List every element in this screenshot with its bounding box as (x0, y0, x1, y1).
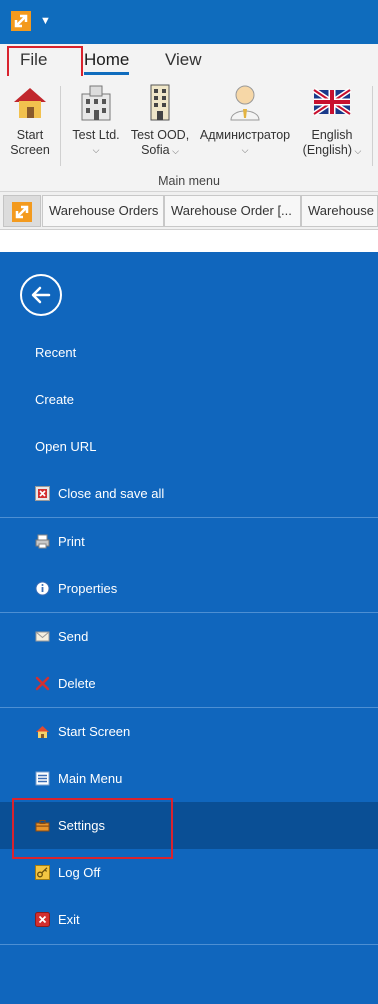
menu-item-label: Delete (58, 676, 96, 691)
test-ltd-label: Test Ltd. (72, 128, 120, 142)
app-logo-icon (12, 202, 32, 222)
file-backstage-menu: Recent Create Open URL Close and save al… (0, 252, 378, 1004)
chevron-down-icon: ⌵ (92, 145, 100, 155)
house-icon (14, 88, 46, 118)
exit-icon (35, 912, 50, 927)
document-tab-bar: Warehouse Orders Warehouse Order [... Wa… (0, 192, 378, 230)
menu-divider (0, 944, 378, 945)
chevron-down-icon: ⌵ (352, 146, 362, 156)
menu-item-start-screen[interactable]: Start Screen (0, 708, 378, 755)
menu-item-label: Create (35, 392, 75, 407)
test-ood-label-2: Sofia (141, 143, 170, 157)
user-avatar-icon (230, 85, 260, 121)
menu-item-print[interactable]: Print (0, 518, 378, 565)
quick-access-dropdown-icon[interactable]: ▼ (40, 14, 51, 28)
menu-item-label: Start Screen (58, 724, 131, 739)
menu-item-label: Recent (35, 345, 77, 360)
menu-item-delete[interactable]: Delete (0, 660, 378, 707)
start-screen-button[interactable]: Start Screen (6, 82, 54, 158)
ribbon-group-label: Main menu (158, 174, 220, 188)
menu-item-properties[interactable]: Properties (0, 565, 378, 612)
administrator-label: Администратор (199, 128, 291, 142)
list-icon (35, 771, 50, 786)
tab-view[interactable]: View (165, 50, 202, 70)
english-label-1: English (311, 128, 353, 142)
document-tab-warehouse-o[interactable]: Warehouse O (301, 195, 378, 227)
printer-icon (35, 534, 50, 549)
start-screen-label-1: Start (16, 128, 44, 142)
user-administrator-button[interactable]: Администратор ⌵ (198, 82, 292, 158)
chevron-down-icon: ⌵ (169, 146, 179, 156)
menu-item-create[interactable]: Create (0, 376, 378, 423)
app-logo-icon[interactable] (10, 10, 32, 32)
document-tab-warehouse-order[interactable]: Warehouse Order [... (164, 195, 301, 227)
info-icon (35, 581, 50, 596)
key-icon (35, 865, 50, 880)
envelope-icon (35, 631, 50, 642)
menu-item-label: Send (58, 629, 89, 644)
company-test-ood-button[interactable]: Test OOD, Sofia ⌵ (128, 82, 192, 159)
ribbon-panel: Start Screen Test Ltd. ⌵ Test OOD, Sofia… (0, 76, 378, 192)
menu-item-label: Open URL (35, 439, 97, 454)
document-tab-warehouse-orders[interactable]: Warehouse Orders (42, 195, 164, 227)
title-bar: ▼ (0, 0, 378, 44)
menu-item-recent[interactable]: Recent (0, 329, 378, 376)
menu-item-open-url[interactable]: Open URL (0, 423, 378, 470)
back-button[interactable] (20, 274, 62, 316)
house-icon (36, 726, 49, 738)
building-icon (81, 85, 111, 121)
test-ood-label-1: Test OOD, (130, 128, 190, 142)
menu-item-exit[interactable]: Exit (0, 896, 378, 943)
menu-item-send[interactable]: Send (0, 613, 378, 660)
menu-item-label: Exit (58, 912, 80, 927)
ribbon-separator (372, 86, 373, 166)
language-english-button[interactable]: English (English) ⌵ (298, 82, 366, 159)
ribbon-separator (60, 86, 61, 166)
arrow-left-icon (31, 286, 51, 304)
settings-highlight-box (12, 798, 173, 859)
close-save-icon (35, 486, 50, 501)
menu-item-label: Close and save all (58, 486, 165, 501)
menu-item-label: Main Menu (58, 771, 123, 786)
start-screen-label-2: Screen (10, 143, 50, 157)
menu-item-label: Properties (58, 581, 118, 596)
start-screen-tab[interactable] (3, 195, 41, 227)
chevron-down-icon: ⌵ (241, 145, 249, 155)
menu-item-label: Print (58, 534, 85, 549)
office-tower-icon (150, 84, 170, 121)
menu-item-main-menu[interactable]: Main Menu (0, 755, 378, 802)
tab-home[interactable]: Home (84, 50, 130, 75)
company-test-ltd-button[interactable]: Test Ltd. ⌵ (68, 82, 124, 158)
uk-us-flag-icon (312, 87, 352, 117)
menu-item-close-save-all[interactable]: Close and save all (0, 470, 378, 517)
delete-x-icon (35, 676, 50, 691)
english-label-2: (English) (302, 143, 352, 157)
